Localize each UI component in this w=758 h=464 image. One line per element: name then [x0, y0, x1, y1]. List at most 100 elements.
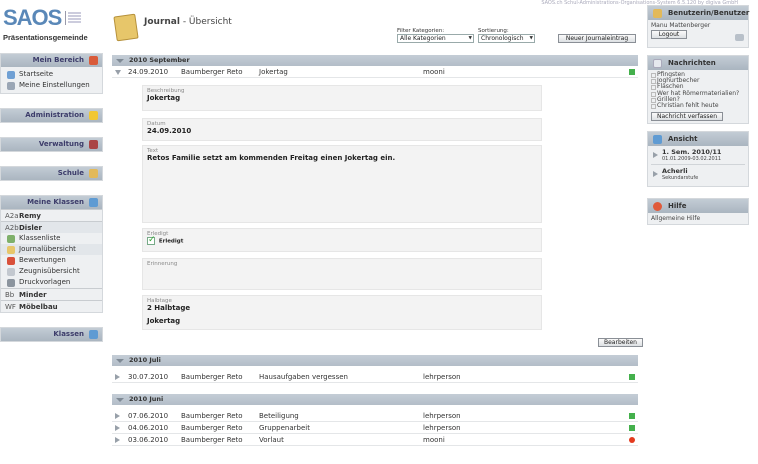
panel-mein-bereich-header[interactable]: Mein Bereich [1, 54, 102, 67]
entry-date: 07.06.2010 [128, 412, 169, 420]
panel-meine-klassen-header[interactable]: Meine Klassen [1, 196, 102, 209]
sidebar-item-label: Startseite [19, 70, 54, 78]
section-2010-juni[interactable]: 2010 Juni [112, 394, 638, 405]
logo[interactable]: SAOS Präsentationsgemeinde [3, 6, 108, 46]
edit-button[interactable]: Bearbeiten [598, 338, 643, 347]
chevron-right-icon [653, 171, 658, 178]
class-row-bb[interactable]: Bb Minder [1, 288, 102, 300]
write-message-button[interactable]: Nachricht verfassen [651, 112, 724, 122]
field-value: Retos Familie setzt am kommenden Freitag… [147, 154, 396, 162]
sidebar-item-einstellungen[interactable]: Meine Einstellungen [1, 80, 102, 91]
panel-benutzer-header: Benutzerin/Benutzer [648, 6, 750, 20]
logout-button[interactable]: Logout [651, 30, 687, 39]
class-code: A2b [5, 224, 19, 232]
new-journal-entry-button[interactable]: Neuer Journaleintrag [558, 34, 636, 43]
section-2010-september[interactable]: 2010 September [112, 55, 638, 66]
table-row[interactable]: 07.06.2010 Baumberger Reto Beteiligung l… [112, 410, 638, 422]
panel-ansicht: Ansicht 1. Sem. 2010/11 01.01.2009-03.02… [647, 131, 749, 188]
field-label: Erinnerung [147, 261, 178, 267]
panel-title: Benutzerin/Benutzer [668, 9, 750, 17]
sidebar-item-klassenliste[interactable]: Klassenliste [1, 233, 102, 244]
table-row[interactable]: 30.07.2010 Baumberger Reto Hausaufgaben … [112, 371, 638, 383]
entry-user: lehrperson [423, 412, 461, 420]
people-icon [7, 234, 15, 243]
class-code: Bb [5, 291, 15, 299]
sidebar-item-label: Bewertungen [19, 256, 66, 264]
panel-title: Verwaltung [38, 140, 84, 148]
entry-user: mooni [423, 68, 445, 76]
left-sidebar: Mein Bereich Startseite Meine Einstellun… [0, 53, 104, 354]
table-row[interactable]: 03.06.2010 Baumberger Reto Vorlaut mooni [112, 434, 638, 446]
collapse-icon[interactable] [112, 66, 121, 77]
section-title: 2010 September [129, 56, 190, 64]
class-group-icon [89, 330, 98, 339]
building-icon [89, 140, 98, 149]
main-content: Journal - Übersicht Filter Kategorien: A… [112, 12, 643, 446]
entry-detail: Beschreibung Jokertag Datum 24.09.2010 T… [112, 78, 643, 347]
school-name: Acherli [662, 167, 688, 176]
message-item[interactable]: Christian fehlt heute [651, 102, 745, 110]
sidebar-item-startseite[interactable]: Startseite [1, 69, 102, 80]
panel-hilfe-header: Hilfe [648, 199, 748, 214]
panel-title: Hilfe [668, 202, 687, 211]
class-row-a2a[interactable]: A2a Remy [1, 209, 102, 221]
semester-selector[interactable]: 1. Sem. 2010/11 01.01.2009-03.02.2011 [651, 148, 745, 166]
journal-book-icon [113, 13, 139, 42]
entry-date: 03.06.2010 [128, 436, 169, 444]
panel-mein-bereich: Mein Bereich Startseite Meine Einstellun… [0, 53, 103, 94]
table-row[interactable]: 04.06.2010 Baumberger Reto Gruppenarbeit… [112, 422, 638, 434]
sort-select-value: Chronologisch [481, 35, 524, 42]
sort-select[interactable]: Chronologisch [478, 34, 535, 43]
settings-icon [7, 81, 15, 90]
panel-nachrichten-body: Pfingsten Joghurtbecher Flaschen Wer hat… [648, 70, 748, 123]
panel-verwaltung-header[interactable]: Verwaltung [1, 138, 102, 151]
logo-mark [65, 11, 82, 25]
sidebar-item-druckvorlagen[interactable]: Druckvorlagen [1, 277, 102, 288]
user-icon [653, 9, 662, 18]
warning-icon [89, 111, 98, 120]
section-2010-juli[interactable]: 2010 Juli [112, 355, 638, 366]
panel-nachrichten: Nachrichten Pfingsten Joghurtbecher Flas… [647, 55, 749, 125]
expand-icon[interactable] [112, 434, 121, 445]
panel-title: Nachrichten [668, 59, 716, 67]
sidebar-item-zeugnisuebersicht[interactable]: Zeugnisübersicht [1, 266, 102, 277]
expand-icon[interactable] [112, 410, 121, 421]
checkbox-erledigt[interactable] [147, 235, 156, 245]
sidebar-item-label: Journalübersicht [19, 245, 76, 253]
semester-dates: 01.01.2009-03.02.2011 [662, 156, 722, 163]
filter-select[interactable]: Alle Kategorien [397, 34, 474, 43]
speech-bubble-icon [653, 59, 662, 68]
status-green-icon [629, 69, 635, 75]
app-root: SAOS.ch Schul-Administrations-Organisati… [0, 0, 758, 464]
expand-icon[interactable] [112, 371, 121, 382]
panel-klassen-header[interactable]: Klassen [1, 328, 102, 341]
journal-icon [7, 245, 15, 254]
help-link[interactable]: Allgemeine Hilfe [648, 213, 748, 224]
panel-administration-header[interactable]: Administration [1, 109, 102, 122]
field-erledigt: Erledigt Erledigt [142, 228, 542, 252]
panel-schule-header[interactable]: Schule [1, 167, 102, 180]
field-erinnerung: Erinnerung [142, 258, 542, 290]
key-icon[interactable] [735, 34, 744, 41]
sidebar-item-journaluebersicht[interactable]: Journalübersicht [1, 244, 102, 255]
top-caption: SAOS.ch Schul-Administrations-Organisati… [541, 0, 738, 6]
entry-user: lehrperson [423, 424, 461, 432]
school-icon [89, 169, 98, 178]
person-icon [89, 56, 98, 65]
class-code: A2a [5, 212, 19, 220]
sidebar-item-bewertungen[interactable]: Bewertungen [1, 255, 102, 266]
field-value: 2 Halbtage [147, 304, 191, 312]
table-row[interactable]: 24.09.2010 Baumberger Reto Jokertag moon… [112, 66, 638, 78]
class-row-a2b[interactable]: A2b Disler [1, 221, 102, 233]
field-label: Erledigt [147, 231, 169, 237]
field-label: Beschreibung [147, 88, 185, 94]
panel-nachrichten-header: Nachrichten [648, 56, 748, 70]
school-selector[interactable]: Acherli Sekundarstufe [651, 167, 745, 183]
panel-benutzer-body: Manu Mattenberger Logout [648, 20, 748, 47]
field-value: Erledigt [143, 235, 541, 245]
expand-icon[interactable] [112, 422, 121, 433]
class-row-wf[interactable]: WF Möbelbau [1, 300, 102, 312]
panel-title: Schule [57, 169, 84, 177]
class-code: WF [5, 303, 16, 311]
field-value-extra: Jokertag [147, 317, 181, 325]
